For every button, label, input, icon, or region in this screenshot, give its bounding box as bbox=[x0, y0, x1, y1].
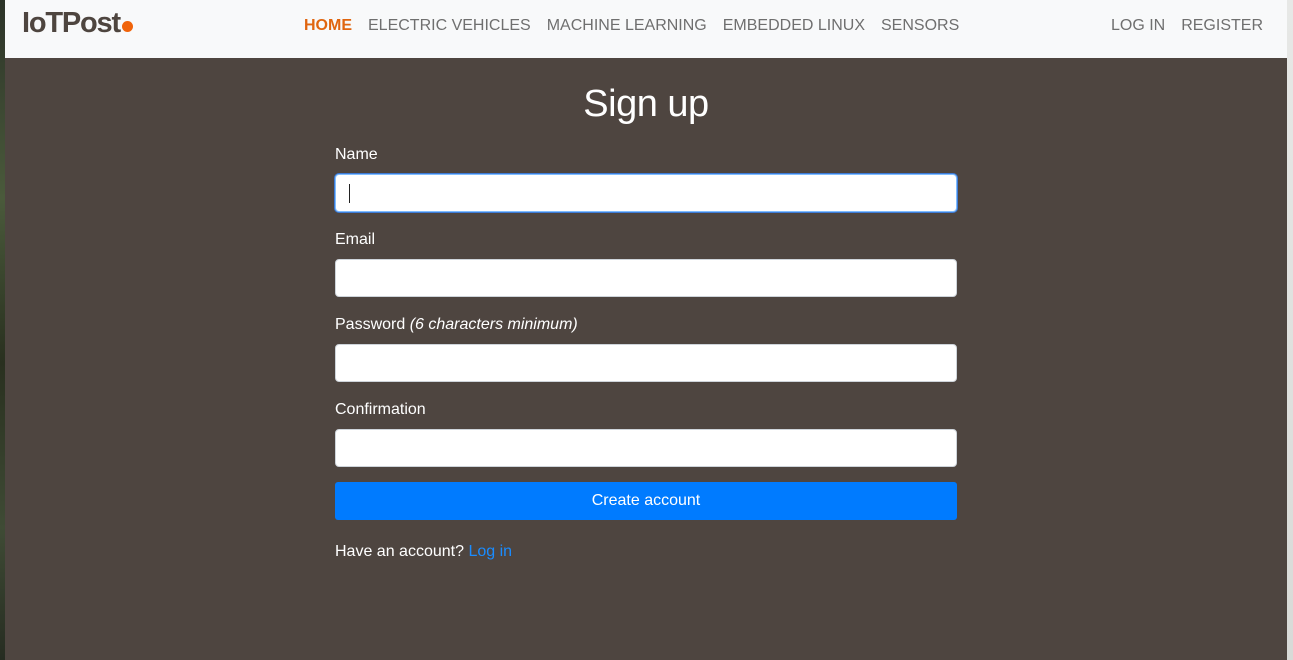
nav-link-embedded-linux[interactable]: EMBEDDED LINUX bbox=[715, 17, 873, 35]
window-edge bbox=[1287, 0, 1293, 660]
nav-link-machine-learning[interactable]: MACHINE LEARNING bbox=[539, 17, 715, 35]
nav-link-register[interactable]: REGISTER bbox=[1173, 17, 1271, 35]
name-input[interactable] bbox=[335, 174, 957, 212]
password-hint: (6 characters minimum) bbox=[409, 316, 578, 333]
login-prompt: Have an account? Log in bbox=[335, 543, 512, 561]
nav-link-home[interactable]: HOME bbox=[296, 17, 360, 35]
text-caret bbox=[349, 184, 350, 203]
email-input[interactable] bbox=[335, 259, 957, 297]
password-label-text: Password bbox=[335, 316, 406, 333]
brand-logo[interactable]: IoTPost bbox=[22, 6, 133, 40]
confirmation-input[interactable] bbox=[335, 429, 957, 467]
nav-link-log-in[interactable]: LOG IN bbox=[1103, 17, 1173, 35]
password-input[interactable] bbox=[335, 344, 957, 382]
brand-name: IoTPost bbox=[22, 7, 121, 39]
name-label: Name bbox=[335, 146, 378, 163]
log-in-link[interactable]: Log in bbox=[468, 543, 512, 560]
brand-dot-icon bbox=[121, 21, 133, 32]
top-navbar: IoTPost HOME ELECTRIC VEHICLES MACHINE L… bbox=[5, 0, 1287, 58]
confirmation-label: Confirmation bbox=[335, 401, 426, 418]
nav-link-electric-vehicles[interactable]: ELECTRIC VEHICLES bbox=[360, 17, 539, 35]
nav-link-sensors[interactable]: SENSORS bbox=[873, 17, 967, 35]
nav-auth-links: LOG IN REGISTER bbox=[1103, 17, 1271, 35]
login-prompt-text: Have an account? bbox=[335, 543, 464, 560]
create-account-button[interactable]: Create account bbox=[335, 482, 957, 520]
nav-links: HOME ELECTRIC VEHICLES MACHINE LEARNING … bbox=[296, 17, 967, 35]
password-label: Password (6 characters minimum) bbox=[335, 316, 578, 334]
page-title: Sign up bbox=[583, 83, 709, 125]
main-content: Sign up Name Email Password (6 character… bbox=[5, 58, 1287, 660]
email-label: Email bbox=[335, 231, 376, 248]
